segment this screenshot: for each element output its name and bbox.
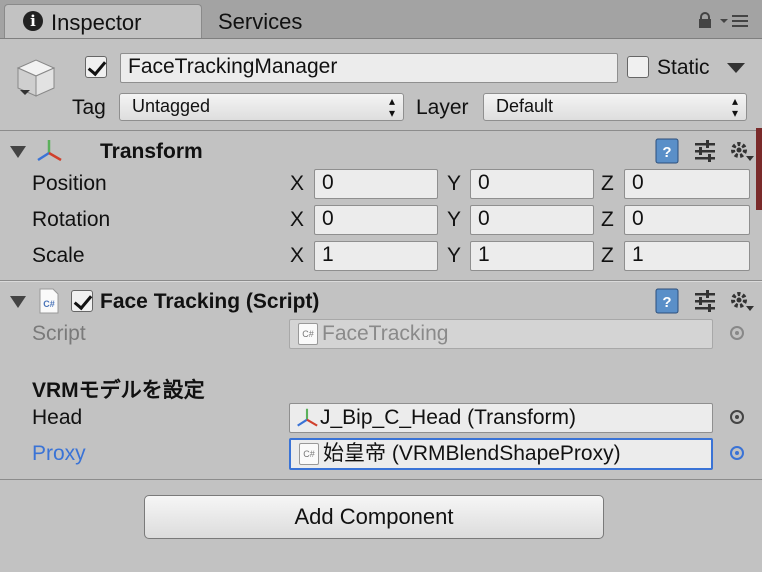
axis-z-label: Z bbox=[601, 244, 614, 267]
axis-z-label: Z bbox=[601, 208, 614, 231]
axis-y-label: Y bbox=[447, 208, 462, 231]
axis-x-label: X bbox=[290, 172, 305, 195]
csharp-script-icon: C# bbox=[298, 323, 318, 346]
help-book-icon[interactable]: ? bbox=[654, 288, 680, 314]
layer-label: Layer bbox=[416, 96, 469, 119]
axis-x-label: X bbox=[290, 244, 305, 267]
tag-dropdown[interactable]: Untagged ▴ ▾ bbox=[119, 93, 404, 121]
context-menu-icon[interactable] bbox=[718, 12, 750, 30]
script-field: C# FaceTracking bbox=[289, 319, 713, 349]
scale-y-field[interactable]: 1 bbox=[470, 241, 594, 271]
tag-label: Tag bbox=[72, 96, 106, 119]
face-tracking-foldout-icon[interactable] bbox=[10, 296, 26, 308]
dropdown-arrows-icon: ▴ ▾ bbox=[731, 94, 738, 120]
lock-icon[interactable] bbox=[697, 12, 713, 28]
rotation-label: Rotation bbox=[32, 208, 111, 231]
head-value: J_Bip_C_Head (Transform) bbox=[320, 406, 576, 429]
position-label: Position bbox=[32, 172, 107, 195]
axis-y-label: Y bbox=[447, 172, 462, 195]
gear-icon[interactable] bbox=[728, 138, 754, 164]
scale-z-field[interactable]: 1 bbox=[624, 241, 750, 271]
position-y-field[interactable]: 0 bbox=[470, 169, 594, 199]
position-x-field[interactable]: 0 bbox=[314, 169, 438, 199]
gameobject-active-checkbox[interactable] bbox=[85, 56, 107, 78]
layer-value: Default bbox=[496, 96, 554, 116]
csharp-script-icon: C# bbox=[299, 443, 319, 466]
help-book-icon[interactable]: ? bbox=[654, 138, 680, 164]
transform-title: Transform bbox=[100, 140, 203, 163]
rotation-z-field[interactable]: 0 bbox=[624, 205, 750, 235]
gameobject-cube-icon bbox=[16, 59, 56, 97]
transform-axis-icon bbox=[297, 409, 318, 427]
head-field[interactable]: J_Bip_C_Head (Transform) bbox=[289, 403, 713, 433]
svg-text:?: ? bbox=[662, 144, 671, 161]
divider-highlight bbox=[0, 281, 762, 282]
object-picker-icon[interactable] bbox=[730, 446, 744, 460]
object-picker-icon[interactable] bbox=[730, 410, 744, 424]
svg-text:?: ? bbox=[662, 294, 671, 311]
transform-foldout-icon[interactable] bbox=[10, 146, 26, 158]
rotation-x-field[interactable]: 0 bbox=[314, 205, 438, 235]
preset-sliders-icon[interactable] bbox=[692, 288, 718, 314]
tag-value: Untagged bbox=[132, 96, 211, 116]
scale-label: Scale bbox=[32, 244, 85, 267]
scale-x-field[interactable]: 1 bbox=[314, 241, 438, 271]
static-label: Static bbox=[657, 56, 710, 79]
scrollbar[interactable] bbox=[756, 128, 762, 210]
script-label: Script bbox=[32, 322, 86, 345]
tab-inspector[interactable]: i Inspector bbox=[4, 4, 202, 38]
axis-y-label: Y bbox=[447, 244, 462, 267]
tab-inspector-label: Inspector bbox=[51, 10, 142, 35]
tab-services[interactable]: Services bbox=[218, 9, 302, 35]
transform-axis-icon bbox=[37, 140, 62, 162]
proxy-label: Proxy bbox=[32, 442, 86, 465]
position-z-field[interactable]: 0 bbox=[624, 169, 750, 199]
add-component-button[interactable]: Add Component bbox=[144, 495, 604, 539]
axis-x-label: X bbox=[290, 208, 305, 231]
head-label: Head bbox=[32, 406, 83, 429]
proxy-value: 始皇帝 (VRMBlendShapeProxy) bbox=[323, 442, 621, 465]
preset-sliders-icon[interactable] bbox=[692, 138, 718, 164]
dropdown-arrows-icon: ▴ ▾ bbox=[388, 94, 395, 120]
object-picker-icon bbox=[730, 326, 744, 340]
static-checkbox[interactable] bbox=[627, 56, 649, 78]
cs-badge-text: C# bbox=[43, 299, 55, 309]
face-tracking-title: Face Tracking (Script) bbox=[100, 290, 320, 313]
axis-z-label: Z bbox=[601, 172, 614, 195]
divider bbox=[0, 479, 762, 480]
divider bbox=[0, 130, 762, 131]
rotation-y-field[interactable]: 0 bbox=[470, 205, 594, 235]
gear-icon[interactable] bbox=[728, 288, 754, 314]
face-tracking-enabled-checkbox[interactable] bbox=[71, 290, 93, 312]
section-header: VRMモデルを設定 bbox=[32, 379, 205, 402]
gameobject-name-field[interactable]: FaceTrackingManager bbox=[120, 53, 618, 83]
script-value: FaceTracking bbox=[322, 322, 449, 345]
info-icon: i bbox=[23, 11, 43, 31]
csharp-script-icon: C# bbox=[39, 288, 59, 314]
static-dropdown-arrow-icon[interactable] bbox=[726, 62, 746, 74]
proxy-field[interactable]: C# 始皇帝 (VRMBlendShapeProxy) bbox=[289, 438, 713, 470]
layer-dropdown[interactable]: Default ▴ ▾ bbox=[483, 93, 747, 121]
